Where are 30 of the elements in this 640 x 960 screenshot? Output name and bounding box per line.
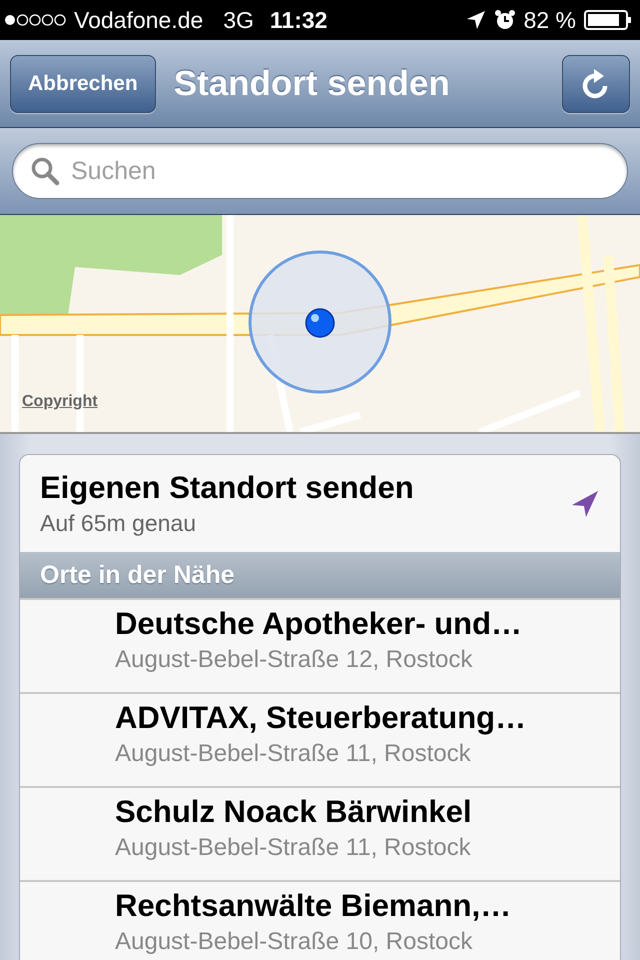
screen-title: Standort senden xyxy=(174,64,450,104)
location-arrow-icon xyxy=(570,488,600,518)
clock: 11:32 xyxy=(270,6,328,34)
refresh-button[interactable] xyxy=(562,54,630,112)
row-title: Eigenen Standort senden xyxy=(40,470,414,506)
place-address: August-Bebel-Straße 10, Rostock xyxy=(115,928,474,956)
place-name: ADVITAX, Steuerberatung… xyxy=(115,700,528,736)
carrier-name: Vodafone.de xyxy=(74,6,204,34)
place-name: Deutsche Apotheker- und… xyxy=(115,606,524,642)
alarm-clock-icon xyxy=(494,9,516,31)
place-row[interactable]: Schulz Noack Bärwinkel August-Bebel-Straße 11, Rostock xyxy=(20,786,620,880)
copyright-link[interactable]: Copyright xyxy=(22,393,98,411)
section-header: Orte in der Nähe xyxy=(20,552,620,598)
row-subtitle: Auf 65m genau xyxy=(40,510,198,537)
place-address: August-Bebel-Straße 11, Rostock xyxy=(115,740,472,768)
place-name: Rechtsanwälte Biemann,… xyxy=(115,888,512,924)
battery-icon xyxy=(584,9,632,31)
location-arrow-icon xyxy=(466,9,486,31)
place-row[interactable]: ADVITAX, Steuerberatung… August-Bebel-Straße 11, Rostock xyxy=(20,692,620,786)
search-field[interactable]: Suchen xyxy=(12,143,628,199)
place-row[interactable]: Rechtsanwälte Biemann,… August-Bebel-Straße 10, Rostock xyxy=(20,880,620,960)
cancel-button[interactable]: Abbrechen xyxy=(10,54,156,112)
signal-icon xyxy=(4,13,66,27)
battery-percent: 82 % xyxy=(524,6,576,34)
place-row[interactable]: Deutsche Apotheker- und… August-Bebel-Straße 12, Rostock xyxy=(20,598,620,692)
place-address: August-Bebel-Straße 12, Rostock xyxy=(115,646,474,674)
network-type: 3G xyxy=(223,6,254,34)
own-location-row[interactable]: Eigenen Standort senden Auf 65m genau xyxy=(20,455,620,552)
place-name: Schulz Noack Bärwinkel xyxy=(115,794,473,830)
place-address: August-Bebel-Straße 11, Rostock xyxy=(115,834,472,862)
